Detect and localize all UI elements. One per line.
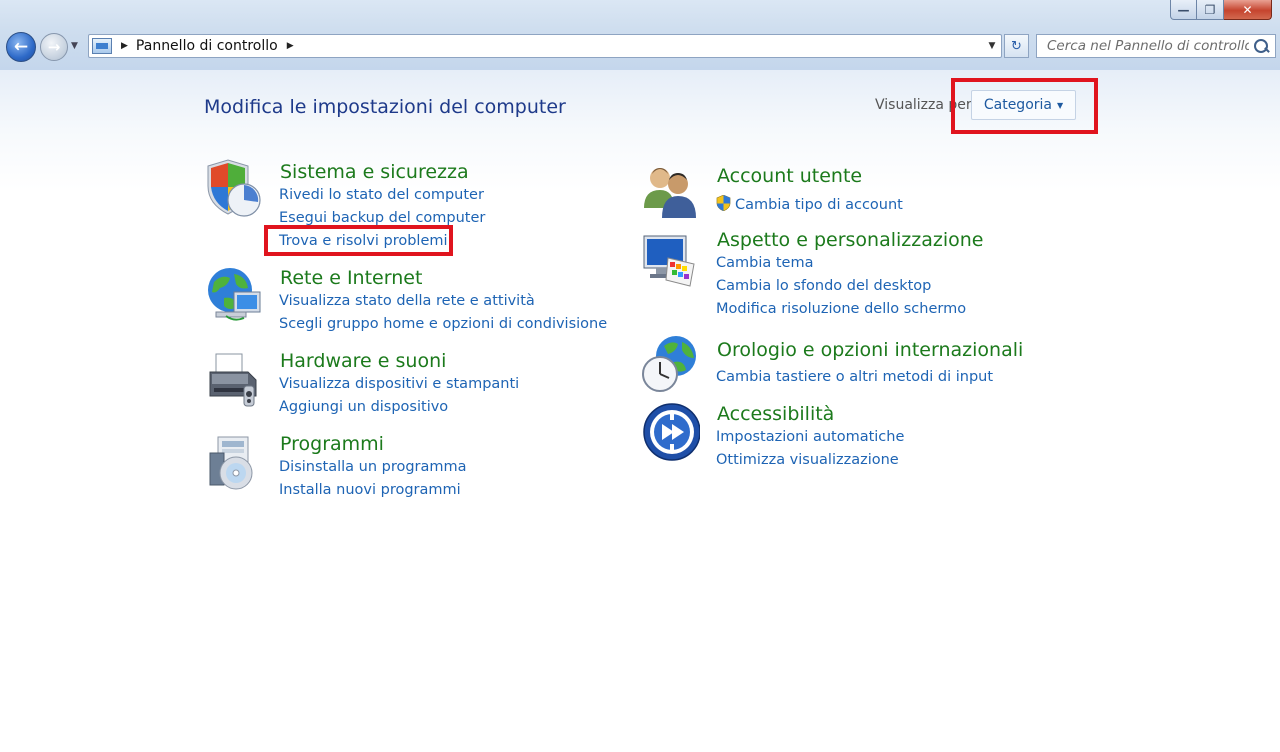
link-network-status[interactable]: Visualizza stato della rete e attività	[279, 293, 535, 309]
link-change-theme[interactable]: Cambia tema	[716, 255, 813, 271]
link-automatic-settings[interactable]: Impostazioni automatiche	[716, 429, 904, 445]
category-title-hardware-sound[interactable]: Hardware e suoni	[280, 350, 446, 372]
network-globe-icon[interactable]	[204, 266, 264, 326]
category-title-system-security[interactable]: Sistema e sicurezza	[280, 161, 469, 183]
monitor-palette-icon[interactable]	[640, 230, 700, 290]
shield-icon[interactable]	[204, 158, 264, 218]
category-title-user-accounts[interactable]: Account utente	[717, 165, 862, 187]
address-dropdown-button[interactable]: ▼	[983, 35, 1001, 57]
restore-button[interactable]: ❐	[1197, 0, 1224, 20]
clock-globe-icon[interactable]	[640, 334, 700, 394]
link-install-programs[interactable]: Installa nuovi programmi	[279, 482, 461, 498]
programs-disc-icon[interactable]	[204, 433, 264, 493]
refresh-button[interactable]: ↻	[1004, 34, 1029, 58]
link-add-device[interactable]: Aggiungi un dispositivo	[279, 399, 448, 415]
address-bar[interactable]: ▶ Pannello di controllo ▶ ▼	[88, 34, 1002, 58]
link-change-desktop-background[interactable]: Cambia lo sfondo del desktop	[716, 278, 931, 294]
window-chrome: — ❐ ✕ ← → ▼ ▶ Pannello di controllo ▶ ▼ …	[0, 0, 1280, 70]
link-adjust-screen-resolution[interactable]: Modifica risoluzione dello schermo	[716, 301, 966, 317]
breadcrumb-separator[interactable]: ▶	[121, 41, 128, 51]
search-input[interactable]	[1037, 38, 1249, 54]
page-title: Modifica le impostazioni del computer	[204, 96, 566, 118]
forward-button[interactable]: →	[40, 33, 68, 61]
minimize-button[interactable]: —	[1170, 0, 1197, 20]
link-devices-printers[interactable]: Visualizza dispositivi e stampanti	[279, 376, 519, 392]
highlight-box-troubleshoot	[264, 225, 453, 256]
category-title-network-internet[interactable]: Rete e Internet	[280, 267, 422, 289]
control-panel-content: Modifica le impostazioni del computer Vi…	[0, 70, 1280, 752]
breadcrumb-control-panel[interactable]: Pannello di controllo	[136, 38, 278, 54]
link-review-computer-status[interactable]: Rivedi lo stato del computer	[279, 187, 484, 203]
users-icon[interactable]	[640, 160, 700, 220]
close-button[interactable]: ✕	[1224, 0, 1272, 20]
link-homegroup-sharing[interactable]: Scegli gruppo home e opzioni di condivis…	[279, 316, 607, 332]
link-change-keyboards[interactable]: Cambia tastiere o altri metodi di input	[716, 369, 993, 385]
recent-pages-button[interactable]: ▼	[71, 41, 78, 51]
printer-icon[interactable]	[204, 350, 264, 410]
link-optimize-display[interactable]: Ottimizza visualizzazione	[716, 452, 899, 468]
search-box[interactable]	[1036, 34, 1276, 58]
category-title-clock-region[interactable]: Orologio e opzioni internazionali	[717, 339, 1023, 361]
back-button[interactable]: ←	[6, 32, 36, 62]
link-uninstall-program[interactable]: Disinstalla un programma	[279, 459, 467, 475]
uac-shield-icon	[716, 195, 731, 211]
navigation-bar: ← → ▼ ▶ Pannello di controllo ▶ ▼ ↻	[0, 32, 1280, 62]
category-title-programs[interactable]: Programmi	[280, 433, 384, 455]
breadcrumb-separator[interactable]: ▶	[287, 41, 294, 51]
link-change-account-type-label: Cambia tipo di account	[735, 197, 903, 213]
window-controls: — ❐ ✕	[1170, 0, 1272, 20]
category-title-accessibility[interactable]: Accessibilità	[717, 403, 834, 425]
category-title-appearance-personalization[interactable]: Aspetto e personalizzazione	[717, 229, 983, 251]
control-panel-icon	[92, 38, 112, 54]
search-icon[interactable]	[1249, 35, 1275, 57]
link-change-account-type[interactable]: Cambia tipo di account	[716, 195, 903, 213]
link-backup-computer[interactable]: Esegui backup del computer	[279, 210, 485, 226]
accessibility-icon[interactable]	[640, 402, 700, 462]
highlight-box-view-by	[951, 78, 1098, 134]
